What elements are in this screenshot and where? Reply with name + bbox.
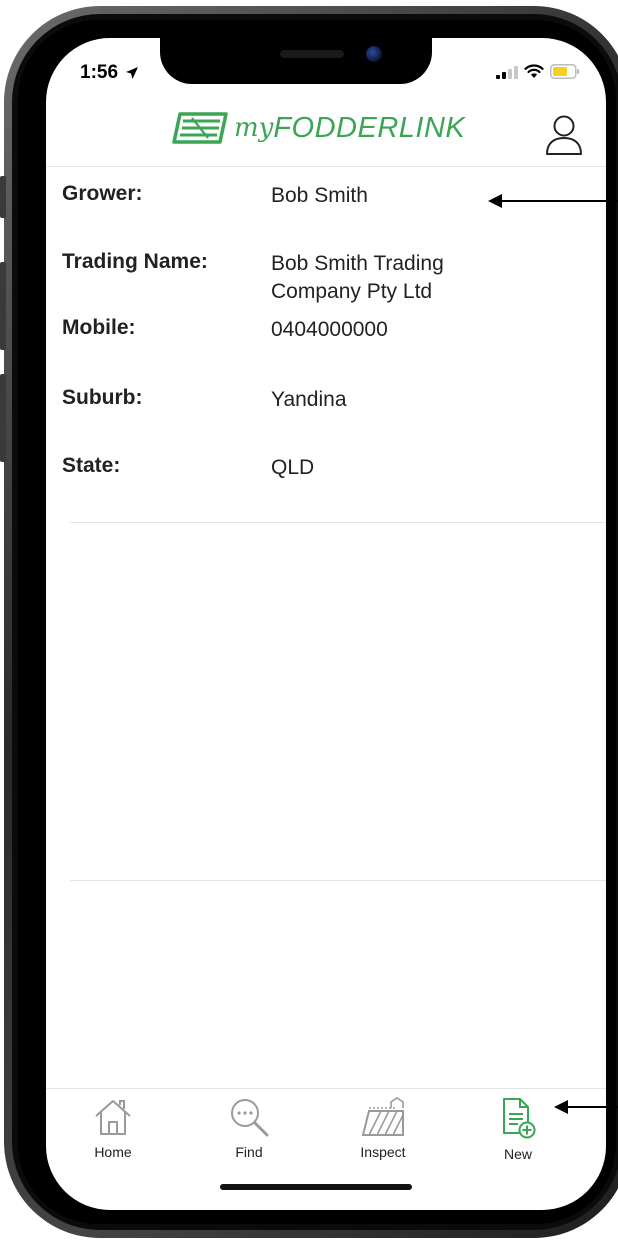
annotation-arrowhead-grower <box>488 194 502 208</box>
fodderlink-logo[interactable]: my FODDERLINK <box>172 110 465 146</box>
tab-home[interactable]: Home <box>68 1097 158 1160</box>
user-profile-icon[interactable] <box>544 112 584 156</box>
field-icon <box>361 1097 404 1136</box>
trading-name-value: Bob Smith Trading Company Pty Ltd <box>271 250 591 306</box>
logo-my-text: my <box>234 113 274 143</box>
annotation-arrow-grower <box>500 200 618 202</box>
status-icons <box>496 64 580 79</box>
app-screen: 1:56 my FODDERLINK Grower: Bob Smith Tra… <box>46 38 606 1210</box>
notch <box>160 38 432 84</box>
wifi-icon <box>524 64 544 78</box>
trading-name-line2: Company Pty Ltd <box>271 280 433 303</box>
home-icon <box>95 1100 131 1135</box>
suburb-value: Yandina <box>271 388 347 411</box>
search-icon <box>231 1099 269 1137</box>
grower-value: Bob Smith <box>271 184 368 207</box>
tab-home-label: Home <box>94 1144 132 1160</box>
new-document-icon <box>503 1098 536 1139</box>
cellular-signal-icon <box>496 65 518 79</box>
tab-new-label: New <box>503 1146 532 1162</box>
suburb-label: Suburb: <box>62 386 143 409</box>
battery-icon <box>550 64 580 79</box>
mobile-value[interactable]: 0404000000 <box>271 316 591 344</box>
app-header: my FODDERLINK <box>46 102 606 167</box>
tab-find[interactable]: Find <box>204 1097 294 1160</box>
location-arrow-icon <box>126 66 139 79</box>
speaker-grille <box>280 50 344 58</box>
grower-label: Grower: <box>62 182 143 205</box>
bottom-tab-bar: Home Find Inspect New <box>46 1088 606 1163</box>
section-divider <box>70 880 606 881</box>
status-time: 1:56 <box>80 62 139 84</box>
annotation-arrow-new <box>566 1106 618 1108</box>
tab-find-label: Find <box>235 1144 263 1160</box>
annotation-arrowhead-new <box>554 1100 568 1114</box>
tab-new[interactable]: New <box>473 1097 563 1162</box>
volume-down-button <box>0 374 6 462</box>
state-value: QLD <box>271 456 315 479</box>
state-label: State: <box>62 454 121 477</box>
trading-name-label: Trading Name: <box>62 250 208 273</box>
volume-up-button <box>0 262 6 350</box>
logo-brand-text: FODDERLINK <box>273 111 466 144</box>
hay-bale-icon <box>172 112 228 144</box>
mute-switch <box>0 176 6 218</box>
mobile-label: Mobile: <box>62 316 136 339</box>
home-indicator <box>220 1184 412 1190</box>
tab-inspect-label: Inspect <box>360 1144 406 1160</box>
trading-name-line1: Bob Smith Trading <box>271 252 444 275</box>
front-camera <box>366 46 382 62</box>
section-divider <box>70 522 606 523</box>
tab-inspect[interactable]: Inspect <box>338 1097 428 1160</box>
